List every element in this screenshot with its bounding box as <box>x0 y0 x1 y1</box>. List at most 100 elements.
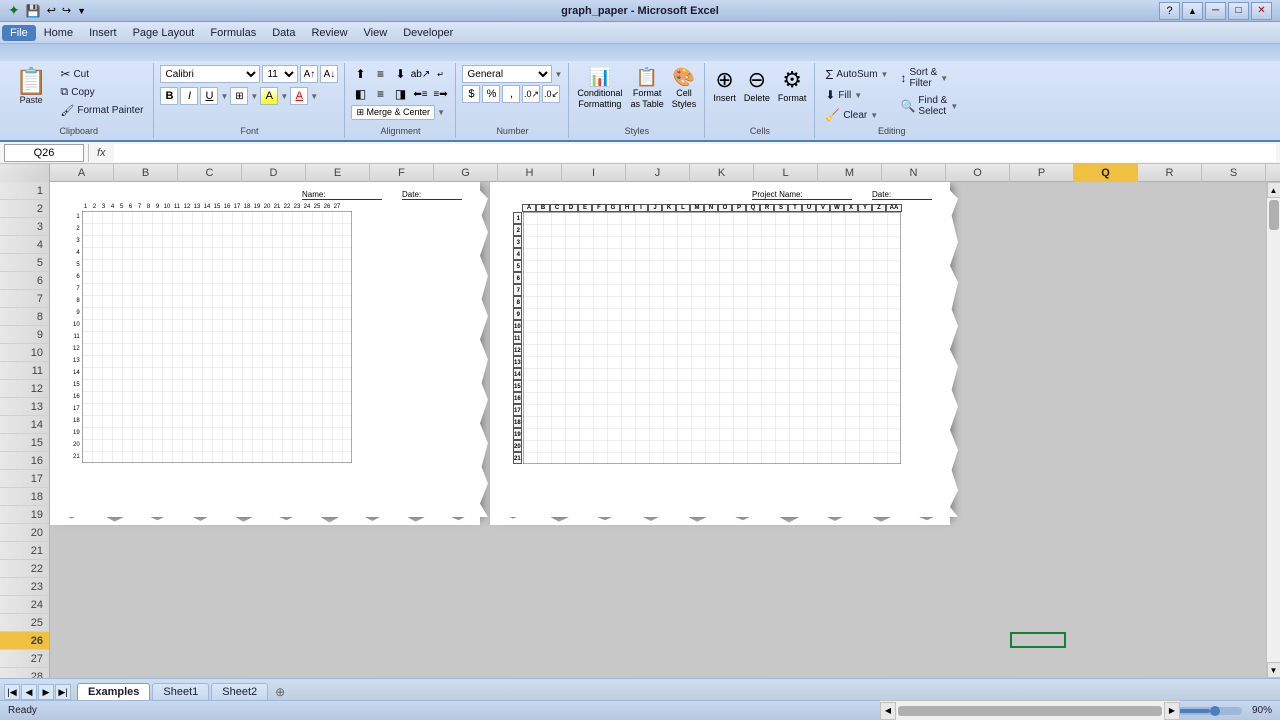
sheet-first-btn[interactable]: |◀ <box>4 684 20 700</box>
font-color-button[interactable]: A <box>290 87 308 105</box>
col-header-G[interactable]: G <box>434 164 498 182</box>
merge-center-btn[interactable]: ⊞ Merge & Center <box>351 105 435 120</box>
row-9[interactable]: 9 <box>0 326 49 344</box>
row-20[interactable]: 20 <box>0 524 49 542</box>
row-24[interactable]: 24 <box>0 596 49 614</box>
align-center-btn[interactable]: ≡ <box>371 85 389 103</box>
help-btn[interactable]: ? <box>1159 2 1180 20</box>
col-header-J[interactable]: J <box>626 164 690 182</box>
paste-button[interactable]: 📋 Paste <box>10 65 52 108</box>
autosum-dropdown[interactable]: ▼ <box>881 70 889 79</box>
text-orient-btn[interactable]: ab↗ <box>411 65 429 83</box>
increase-decimal-btn[interactable]: .0↗ <box>522 85 540 103</box>
border-button[interactable]: ⊞ <box>230 87 248 105</box>
indent-right-btn[interactable]: ≡➡ <box>431 85 449 103</box>
col-header-N[interactable]: N <box>882 164 946 182</box>
name-box[interactable]: Q26 <box>4 144 84 162</box>
row-11[interactable]: 11 <box>0 362 49 380</box>
menu-file[interactable]: File <box>2 25 36 41</box>
italic-button[interactable]: I <box>180 87 198 105</box>
delete-btn[interactable]: ⊖ Delete <box>742 65 772 105</box>
indent-left-btn[interactable]: ⬅≡ <box>411 85 429 103</box>
col-header-C[interactable]: C <box>178 164 242 182</box>
align-middle-btn[interactable]: ≡ <box>371 65 389 83</box>
row-27[interactable]: 27 <box>0 650 49 668</box>
conditional-formatting-btn[interactable]: 📊 ConditionalFormatting <box>575 65 624 112</box>
underline-dropdown[interactable]: ▼ <box>220 92 228 101</box>
decrease-decimal-btn[interactable]: .0↙ <box>542 85 560 103</box>
scroll-thumb[interactable] <box>1269 200 1279 230</box>
bold-button[interactable]: B <box>160 87 178 105</box>
comma-btn[interactable]: , <box>502 85 520 103</box>
decrease-font-btn[interactable]: A↓ <box>320 65 338 83</box>
copy-button[interactable]: ⧉ Copy <box>56 84 147 101</box>
col-header-I[interactable]: I <box>562 164 626 182</box>
col-header-H[interactable]: H <box>498 164 562 182</box>
find-dropdown[interactable]: ▼ <box>950 102 958 111</box>
sheet-tab-examples[interactable]: Examples <box>77 683 150 700</box>
number-format-dropdown[interactable]: ▼ <box>554 70 562 79</box>
font-size-select[interactable]: 11 <box>262 65 298 83</box>
sheet-nav-left[interactable]: |◀ ◀ ▶ ▶| <box>4 684 71 700</box>
percent-btn[interactable]: % <box>482 85 500 103</box>
row-13[interactable]: 13 <box>0 398 49 416</box>
row-6[interactable]: 6 <box>0 272 49 290</box>
align-left-btn[interactable]: ◧ <box>351 85 369 103</box>
quick-access-save[interactable]: 💾 <box>26 4 41 18</box>
col-header-R[interactable]: R <box>1138 164 1202 182</box>
row-26[interactable]: 26 <box>0 632 49 650</box>
row-21[interactable]: 21 <box>0 542 49 560</box>
col-header-D[interactable]: D <box>242 164 306 182</box>
h-scroll-right-btn[interactable]: ▶ <box>1164 702 1180 720</box>
insert-sheet-btn[interactable]: ⊕ <box>270 684 290 700</box>
sort-filter-button[interactable]: ↕ Sort &Filter ▼ <box>896 65 962 91</box>
fill-dropdown[interactable]: ▼ <box>280 92 288 101</box>
menu-review[interactable]: Review <box>303 25 355 41</box>
menu-insert[interactable]: Insert <box>81 25 125 41</box>
font-name-select[interactable]: Calibri <box>160 65 260 83</box>
col-header-L[interactable]: L <box>754 164 818 182</box>
row-4[interactable]: 4 <box>0 236 49 254</box>
h-scroll-left-btn[interactable]: ◀ <box>880 702 896 720</box>
merge-dropdown[interactable]: ▼ <box>437 108 445 117</box>
number-format-select[interactable]: General <box>462 65 552 83</box>
currency-btn[interactable]: $ <box>462 85 480 103</box>
row-17[interactable]: 17 <box>0 470 49 488</box>
col-header-S[interactable]: S <box>1202 164 1266 182</box>
border-dropdown[interactable]: ▼ <box>250 92 258 101</box>
row-16[interactable]: 16 <box>0 452 49 470</box>
quick-access-undo[interactable]: ↩ <box>47 4 56 17</box>
col-header-O[interactable]: O <box>946 164 1010 182</box>
maximize-btn[interactable]: □ <box>1228 2 1249 20</box>
cut-button[interactable]: ✂ Cut <box>56 65 147 83</box>
menu-data[interactable]: Data <box>264 25 303 41</box>
col-header-B[interactable]: B <box>114 164 178 182</box>
format-btn[interactable]: ⚙ Format <box>776 65 809 105</box>
align-bottom-btn[interactable]: ⬇ <box>391 65 409 83</box>
row-15[interactable]: 15 <box>0 434 49 452</box>
underline-button[interactable]: U <box>200 87 218 105</box>
h-scroll-thumb[interactable] <box>898 706 1162 716</box>
col-header-A[interactable]: A <box>50 164 114 182</box>
grid-cells[interactable]: Name: Date: 1234567891011121314151617181… <box>50 182 1280 678</box>
clear-dropdown[interactable]: ▼ <box>870 111 878 120</box>
minimize-btn[interactable]: ─ <box>1205 2 1226 20</box>
window-controls[interactable]: ? ▲ ─ □ ✕ <box>1159 2 1272 20</box>
sheet-prev-btn[interactable]: ◀ <box>21 684 37 700</box>
autosum-button[interactable]: Σ AutoSum ▼ <box>821 65 892 84</box>
fill-dropdown[interactable]: ▼ <box>854 91 862 100</box>
format-as-table-btn[interactable]: 📋 Formatas Table <box>628 65 665 112</box>
align-top-btn[interactable]: ⬆ <box>351 65 369 83</box>
row-12[interactable]: 12 <box>0 380 49 398</box>
row-1[interactable]: 1 <box>0 182 49 200</box>
vertical-scrollbar[interactable]: ▲ ▼ <box>1266 182 1280 678</box>
row-22[interactable]: 22 <box>0 560 49 578</box>
close-btn[interactable]: ✕ <box>1251 2 1272 20</box>
col-header-K[interactable]: K <box>690 164 754 182</box>
quick-access-redo[interactable]: ↪ <box>62 4 71 17</box>
row-28[interactable]: 28 <box>0 668 49 678</box>
row-7[interactable]: 7 <box>0 290 49 308</box>
row-19[interactable]: 19 <box>0 506 49 524</box>
col-header-Q[interactable]: Q <box>1074 164 1138 182</box>
col-header-E[interactable]: E <box>306 164 370 182</box>
